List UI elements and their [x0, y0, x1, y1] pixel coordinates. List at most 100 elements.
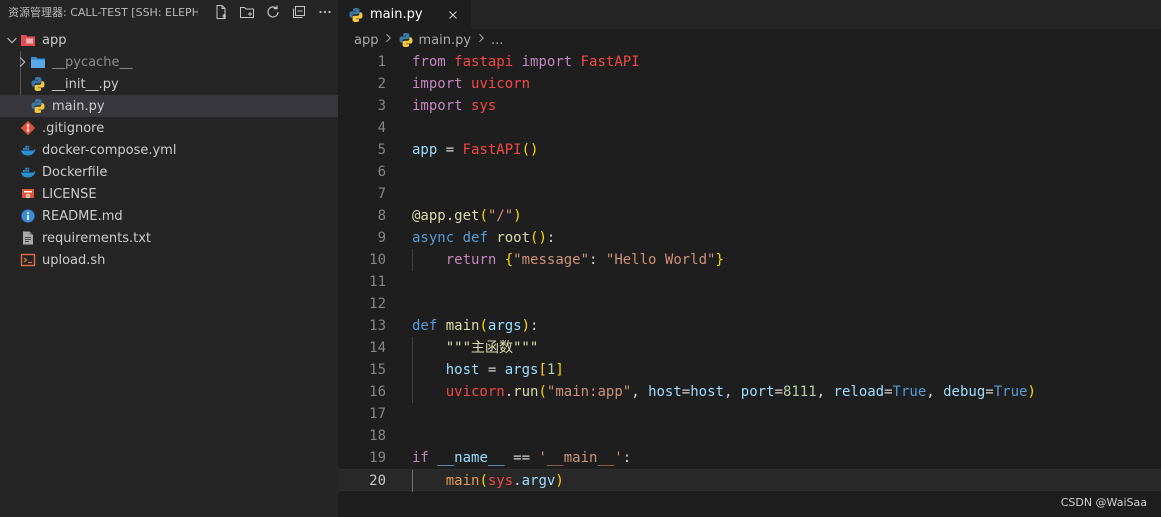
code-line[interactable]: 17 — [338, 403, 1161, 425]
line-number: 1 — [377, 54, 386, 70]
breadcrumb-folder[interactable]: app — [354, 33, 378, 48]
new-folder-icon[interactable] — [234, 1, 260, 23]
git-icon — [20, 120, 36, 136]
tree-item-gitignore[interactable]: .gitignore — [0, 117, 338, 139]
chevron-right-icon — [475, 32, 487, 48]
line-number: 2 — [377, 76, 386, 92]
code-line[interactable]: 18 — [338, 425, 1161, 447]
code-line[interactable]: 7 — [338, 183, 1161, 205]
code-line[interactable]: 10 return {"message": "Hello World"} — [338, 249, 1161, 271]
explorer-actions — [208, 1, 338, 23]
tree-item-license[interactable]: LICENSE — [0, 183, 338, 205]
docker-icon — [20, 142, 36, 158]
tree-item-label: .gitignore — [42, 120, 105, 136]
tab-bar: main.py — [338, 0, 1161, 29]
code-line[interactable]: 11 — [338, 271, 1161, 293]
line-number: 6 — [377, 164, 386, 180]
code-line[interactable]: 13 def main(args): — [338, 315, 1161, 337]
line-number: 19 — [369, 450, 386, 466]
tree-item-label: main.py — [52, 98, 105, 114]
tab-label: main.py — [370, 7, 423, 22]
code-line[interactable]: 3 import sys — [338, 95, 1161, 117]
tree-item-label: __init__.py — [52, 76, 119, 92]
tree-item-requirements-txt[interactable]: requirements.txt — [0, 227, 338, 249]
more-icon[interactable] — [312, 1, 338, 23]
code-line[interactable]: 16 uvicorn.run("main:app", host=host, po… — [338, 381, 1161, 403]
tree-item-readme-md[interactable]: README.md — [0, 205, 338, 227]
code-line[interactable]: 12 — [338, 293, 1161, 315]
docker-icon — [20, 164, 36, 180]
breadcrumb-symbol[interactable]: ... — [491, 33, 503, 48]
refresh-icon[interactable] — [260, 1, 286, 23]
tree-item-dockerfile[interactable]: Dockerfile — [0, 161, 338, 183]
tree-item-upload-sh[interactable]: upload.sh — [0, 249, 338, 271]
info-icon — [20, 208, 36, 224]
line-number: 14 — [369, 340, 386, 356]
code-text: async def root(): — [412, 230, 556, 246]
explorer-header: 资源管理器: CALL-TEST [SSH: ELEPH... — [0, 0, 338, 24]
line-number: 18 — [369, 428, 386, 444]
terminal-icon — [20, 252, 36, 268]
tree-item-pycache[interactable]: __pycache__ — [0, 51, 338, 73]
line-number: 5 — [377, 142, 386, 158]
code-line[interactable]: 4 — [338, 117, 1161, 139]
tree-item-init-py[interactable]: __init__.py — [0, 73, 338, 95]
tab-main-py[interactable]: main.py — [338, 0, 471, 29]
code-line[interactable]: 1 from fastapi import FastAPI — [338, 51, 1161, 73]
code-line[interactable]: 6 — [338, 161, 1161, 183]
code-line[interactable]: 15 host = args[1] — [338, 359, 1161, 381]
code-text: @app.get("/") — [412, 208, 522, 224]
tree-item-app[interactable]: app — [0, 29, 338, 51]
line-number: 13 — [369, 318, 386, 334]
line-number: 7 — [377, 186, 386, 202]
chevron-right-icon — [382, 32, 394, 48]
chevron-down-icon — [4, 32, 20, 48]
editor-area: main.py app main.py ... 1 from fastapi im… — [338, 0, 1161, 517]
tree-item-label: requirements.txt — [42, 230, 152, 246]
code-line[interactable]: 14 """主函数""" — [338, 337, 1161, 359]
folder-icon — [30, 54, 46, 70]
chevron-right-icon — [14, 54, 30, 70]
code-editor[interactable]: 1 from fastapi import FastAPI 2 import uvic… — [338, 51, 1161, 492]
line-number: 11 — [369, 274, 386, 290]
tree-item-label: README.md — [42, 208, 123, 224]
line-number: 16 — [369, 384, 386, 400]
code-text: import uvicorn — [412, 76, 531, 92]
explorer-title: 资源管理器: CALL-TEST [SSH: ELEPH... — [8, 6, 198, 19]
tree-item-label: upload.sh — [42, 252, 106, 268]
close-icon[interactable] — [445, 7, 461, 23]
tree-item-label: Dockerfile — [42, 164, 108, 180]
tree-item-label: __pycache__ — [52, 54, 133, 70]
code-text: host = args[1] — [445, 362, 564, 378]
code-text: """主函数""" — [445, 340, 539, 356]
python-icon — [30, 76, 46, 92]
breadcrumb-file[interactable]: main.py — [418, 33, 471, 48]
code-text: uvicorn.run("main:app", host=host, port=… — [445, 384, 1036, 400]
tree-item-docker-compose-yml[interactable]: docker-compose.yml — [0, 139, 338, 161]
code-line[interactable]: 2 import uvicorn — [338, 73, 1161, 95]
code-text: def main(args): — [412, 318, 539, 334]
line-number: 9 — [377, 230, 386, 246]
collapse-all-icon[interactable] — [286, 1, 312, 23]
text-file-icon — [20, 230, 36, 246]
code-line[interactable]: 8 @app.get("/") — [338, 205, 1161, 227]
code-text: from fastapi import FastAPI — [412, 54, 640, 70]
code-text: if __name__ == '__main__': — [412, 450, 632, 466]
code-line[interactable]: 5 app = FastAPI() — [338, 139, 1161, 161]
line-number: 4 — [377, 120, 386, 136]
code-text: main(sys.argv) — [445, 473, 564, 489]
code-text: app = FastAPI() — [412, 142, 539, 158]
line-number: 20 — [369, 473, 386, 489]
code-line[interactable]: 9 async def root(): — [338, 227, 1161, 249]
new-file-icon[interactable] — [208, 1, 234, 23]
python-icon — [399, 33, 413, 47]
explorer-sidebar: 资源管理器: CALL-TEST [SSH: ELEPH... app __pyc… — [0, 0, 338, 517]
code-text: return {"message": "Hello World"} — [445, 252, 724, 268]
tree-item-main-py[interactable]: main.py — [0, 95, 338, 117]
code-line[interactable]: 20 main(sys.argv) — [338, 469, 1161, 492]
code-line[interactable]: 19 if __name__ == '__main__': — [338, 447, 1161, 469]
